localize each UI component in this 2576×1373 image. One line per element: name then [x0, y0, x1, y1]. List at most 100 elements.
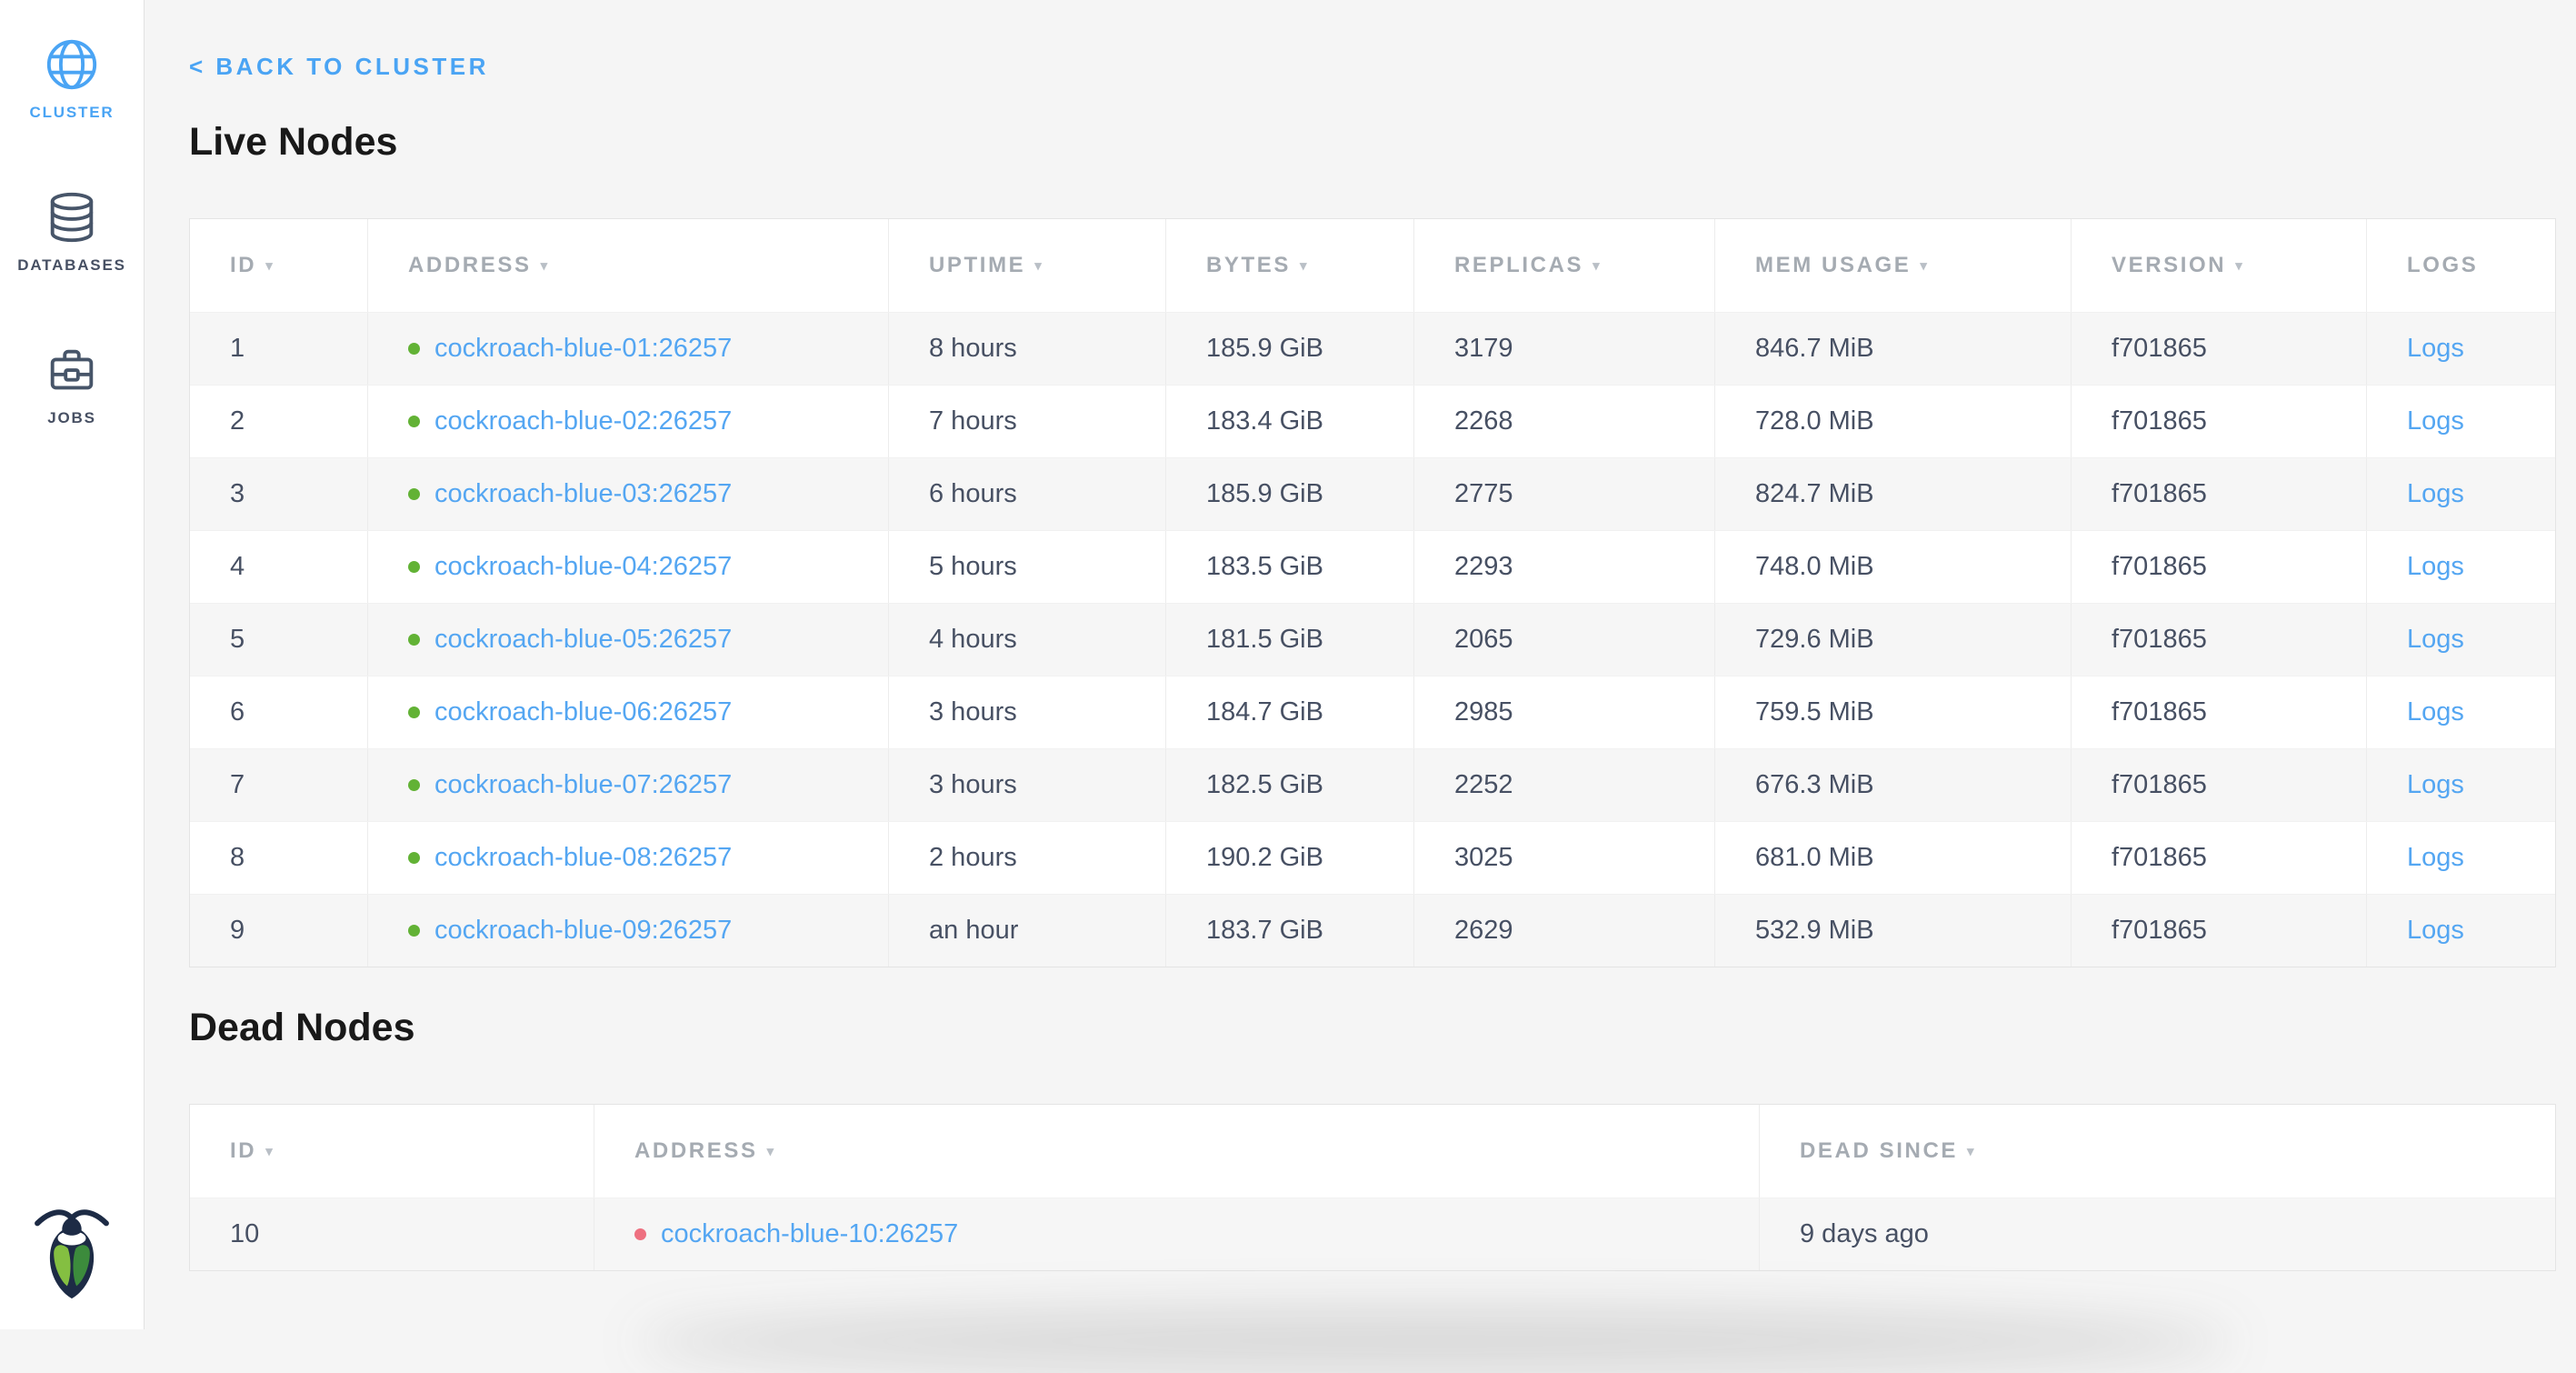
node-address-cell: cockroach-blue-01:26257: [367, 313, 888, 385]
sidebar: CLUSTER DATABASES JOBS: [0, 0, 145, 1329]
sort-arrow-icon: ▾: [767, 1143, 776, 1159]
node-address-link[interactable]: cockroach-blue-08:26257: [434, 843, 732, 873]
replicas-cell: 3179: [1413, 313, 1714, 385]
sidebar-item-label: JOBS: [47, 409, 96, 427]
column-header-logs: LOGS: [2366, 219, 2555, 312]
sidebar-item-jobs[interactable]: JOBS: [44, 342, 100, 427]
uptime-cell: 8 hours: [888, 313, 1165, 385]
node-address-link[interactable]: cockroach-blue-04:26257: [434, 552, 732, 582]
sort-arrow-icon: ▾: [1920, 257, 1929, 274]
logs-link[interactable]: Logs: [2407, 625, 2464, 655]
column-header-id[interactable]: ID▾: [190, 1105, 594, 1198]
column-header-uptime[interactable]: UPTIME▾: [888, 219, 1165, 312]
column-header-mem-usage[interactable]: MEM USAGE▾: [1714, 219, 2071, 312]
bytes-cell: 185.9 GiB: [1165, 313, 1413, 385]
replicas-cell: 2268: [1413, 386, 1714, 457]
logs-link[interactable]: Logs: [2407, 479, 2464, 509]
node-address-link[interactable]: cockroach-blue-06:26257: [434, 697, 732, 727]
sidebar-item-databases[interactable]: DATABASES: [17, 189, 125, 275]
node-id-cell: 8: [190, 822, 367, 894]
sort-arrow-icon: ▾: [1967, 1143, 1976, 1159]
version-cell: f701865: [2071, 749, 2366, 821]
node-address-link[interactable]: cockroach-blue-10:26257: [661, 1219, 958, 1249]
node-address-cell: cockroach-blue-08:26257: [367, 822, 888, 894]
logs-cell: Logs: [2366, 386, 2555, 457]
table-row: 4 cockroach-blue-04:26257 5 hours 183.5 …: [190, 530, 2555, 603]
mem-usage-cell: 676.3 MiB: [1714, 749, 2071, 821]
bytes-cell: 181.5 GiB: [1165, 604, 1413, 676]
mem-usage-cell: 681.0 MiB: [1714, 822, 2071, 894]
mem-usage-cell: 846.7 MiB: [1714, 313, 2071, 385]
bytes-cell: 183.7 GiB: [1165, 895, 1413, 967]
column-header-address[interactable]: ADDRESS▾: [367, 219, 888, 312]
uptime-cell: 4 hours: [888, 604, 1165, 676]
column-header-id[interactable]: ID▾: [190, 219, 367, 312]
uptime-cell: 5 hours: [888, 531, 1165, 603]
live-status-dot: [408, 852, 420, 864]
logs-link[interactable]: Logs: [2407, 552, 2464, 582]
node-address-link[interactable]: cockroach-blue-01:26257: [434, 334, 732, 364]
node-address-link[interactable]: cockroach-blue-02:26257: [434, 406, 732, 436]
live-nodes-title: Live Nodes: [189, 118, 2556, 165]
logs-link[interactable]: Logs: [2407, 843, 2464, 873]
column-header-version[interactable]: VERSION▾: [2071, 219, 2366, 312]
node-address-cell: cockroach-blue-04:26257: [367, 531, 888, 603]
sidebar-item-label: CLUSTER: [30, 104, 115, 122]
node-address-cell: cockroach-blue-05:26257: [367, 604, 888, 676]
replicas-cell: 2065: [1413, 604, 1714, 676]
uptime-cell: 3 hours: [888, 676, 1165, 748]
mem-usage-cell: 759.5 MiB: [1714, 676, 2071, 748]
logs-cell: Logs: [2366, 313, 2555, 385]
column-header-bytes[interactable]: BYTES▾: [1165, 219, 1413, 312]
sort-arrow-icon: ▾: [541, 257, 550, 274]
live-status-dot: [408, 634, 420, 646]
node-address-link[interactable]: cockroach-blue-09:26257: [434, 916, 732, 946]
replicas-cell: 2629: [1413, 895, 1714, 967]
logs-cell: Logs: [2366, 895, 2555, 967]
node-id-cell: 7: [190, 749, 367, 821]
logs-cell: Logs: [2366, 604, 2555, 676]
databases-icon: [44, 189, 100, 246]
live-status-dot: [408, 925, 420, 937]
table-row: 2 cockroach-blue-02:26257 7 hours 183.4 …: [190, 385, 2555, 457]
back-to-cluster-link[interactable]: < BACK TO CLUSTER: [189, 53, 489, 80]
live-status-dot: [408, 416, 420, 427]
logs-link[interactable]: Logs: [2407, 916, 2464, 946]
sort-arrow-icon: ▾: [1300, 257, 1309, 274]
bytes-cell: 182.5 GiB: [1165, 749, 1413, 821]
logs-link[interactable]: Logs: [2407, 697, 2464, 727]
node-address-cell: cockroach-blue-09:26257: [367, 895, 888, 967]
node-address-cell: cockroach-blue-02:26257: [367, 386, 888, 457]
node-address-link[interactable]: cockroach-blue-03:26257: [434, 479, 732, 509]
live-nodes-table: ID▾ ADDRESS▾ UPTIME▾ BYTES▾ REPLICAS▾ ME…: [189, 218, 2556, 967]
table-row: 6 cockroach-blue-06:26257 3 hours 184.7 …: [190, 676, 2555, 748]
uptime-cell: 2 hours: [888, 822, 1165, 894]
version-cell: f701865: [2071, 531, 2366, 603]
table-row: 10 cockroach-blue-10:26257 9 days ago: [190, 1198, 2555, 1270]
sidebar-item-cluster[interactable]: CLUSTER: [30, 36, 115, 122]
node-address-link[interactable]: cockroach-blue-07:26257: [434, 770, 732, 800]
node-address-link[interactable]: cockroach-blue-05:26257: [434, 625, 732, 655]
globe-icon: [44, 36, 100, 93]
live-nodes-header-row: ID▾ ADDRESS▾ UPTIME▾ BYTES▾ REPLICAS▾ ME…: [190, 219, 2555, 312]
uptime-cell: 7 hours: [888, 386, 1165, 457]
table-row: 5 cockroach-blue-05:26257 4 hours 181.5 …: [190, 603, 2555, 676]
column-header-replicas[interactable]: REPLICAS▾: [1413, 219, 1714, 312]
dead-nodes-header-row: ID▾ ADDRESS▾ DEAD SINCE▾: [190, 1105, 2555, 1198]
column-header-address[interactable]: ADDRESS▾: [594, 1105, 1759, 1198]
briefcase-icon: [44, 342, 100, 398]
logs-link[interactable]: Logs: [2407, 334, 2464, 364]
table-row: 9 cockroach-blue-09:26257 an hour 183.7 …: [190, 894, 2555, 967]
sort-arrow-icon: ▾: [1034, 257, 1043, 274]
cockroachdb-logo: [28, 1203, 115, 1309]
mem-usage-cell: 748.0 MiB: [1714, 531, 2071, 603]
logs-link[interactable]: Logs: [2407, 406, 2464, 436]
table-row: 1 cockroach-blue-01:26257 8 hours 185.9 …: [190, 312, 2555, 385]
column-header-dead-since[interactable]: DEAD SINCE▾: [1759, 1105, 2555, 1198]
version-cell: f701865: [2071, 604, 2366, 676]
table-row: 3 cockroach-blue-03:26257 6 hours 185.9 …: [190, 457, 2555, 530]
replicas-cell: 2293: [1413, 531, 1714, 603]
version-cell: f701865: [2071, 386, 2366, 457]
bytes-cell: 184.7 GiB: [1165, 676, 1413, 748]
logs-link[interactable]: Logs: [2407, 770, 2464, 800]
